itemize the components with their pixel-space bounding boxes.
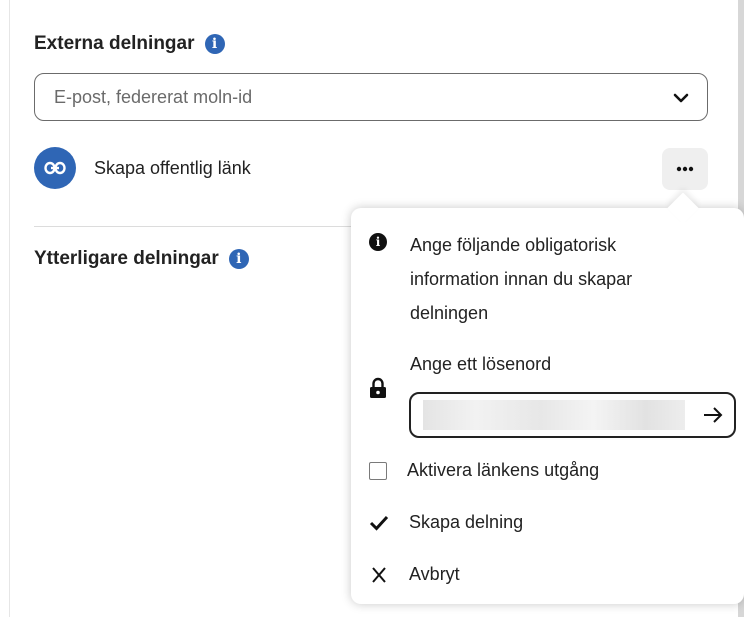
section-divider [34, 226, 364, 227]
create-share-label[interactable]: Skapa delning [409, 512, 523, 533]
create-share-item[interactable]: Skapa delning [369, 512, 523, 533]
expiry-label[interactable]: Aktivera länkens utgång [407, 460, 599, 481]
info-line: Ange följande obligatorisk [410, 235, 617, 255]
link-avatar [34, 147, 76, 189]
additional-shares-title: Ytterligare delningar [34, 248, 219, 269]
expiry-checkbox[interactable] [369, 461, 387, 480]
password-field[interactable] [409, 392, 736, 438]
lock-icon [370, 377, 386, 398]
expiry-checkbox-row[interactable]: Aktivera länkens utgång [369, 460, 599, 481]
password-label: Ange ett lösenord [410, 354, 552, 374]
additional-shares-heading: Ytterligare delningar i [34, 248, 249, 270]
chevron-down-icon[interactable] [671, 88, 691, 108]
info-icon: i [369, 233, 387, 251]
password-input[interactable] [423, 400, 685, 430]
share-search-field[interactable] [34, 73, 708, 121]
left-border [9, 0, 10, 617]
checkmark-icon [369, 515, 389, 531]
external-shares-heading: Externa delningar i [34, 33, 225, 55]
more-actions-button[interactable] [662, 148, 708, 190]
more-horizontal-icon [676, 166, 694, 172]
public-link-row[interactable]: Skapa offentlig länk [34, 147, 251, 189]
required-info-message: Ange följande obligatorisk information i… [410, 228, 710, 330]
arrow-right-icon[interactable] [702, 405, 724, 425]
search-input[interactable] [52, 85, 656, 109]
info-line: information innan du skapar [410, 269, 633, 289]
public-link-label[interactable]: Skapa offentlig länk [94, 158, 251, 179]
link-icon [44, 161, 66, 175]
info-icon[interactable]: i [204, 34, 225, 54]
cancel-label[interactable]: Avbryt [409, 564, 460, 585]
info-line: delningen [410, 303, 489, 323]
external-shares-title: Externa delningar [34, 33, 195, 54]
close-icon [372, 566, 386, 583]
cancel-item[interactable]: Avbryt [369, 564, 460, 585]
info-icon[interactable]: i [228, 249, 249, 269]
